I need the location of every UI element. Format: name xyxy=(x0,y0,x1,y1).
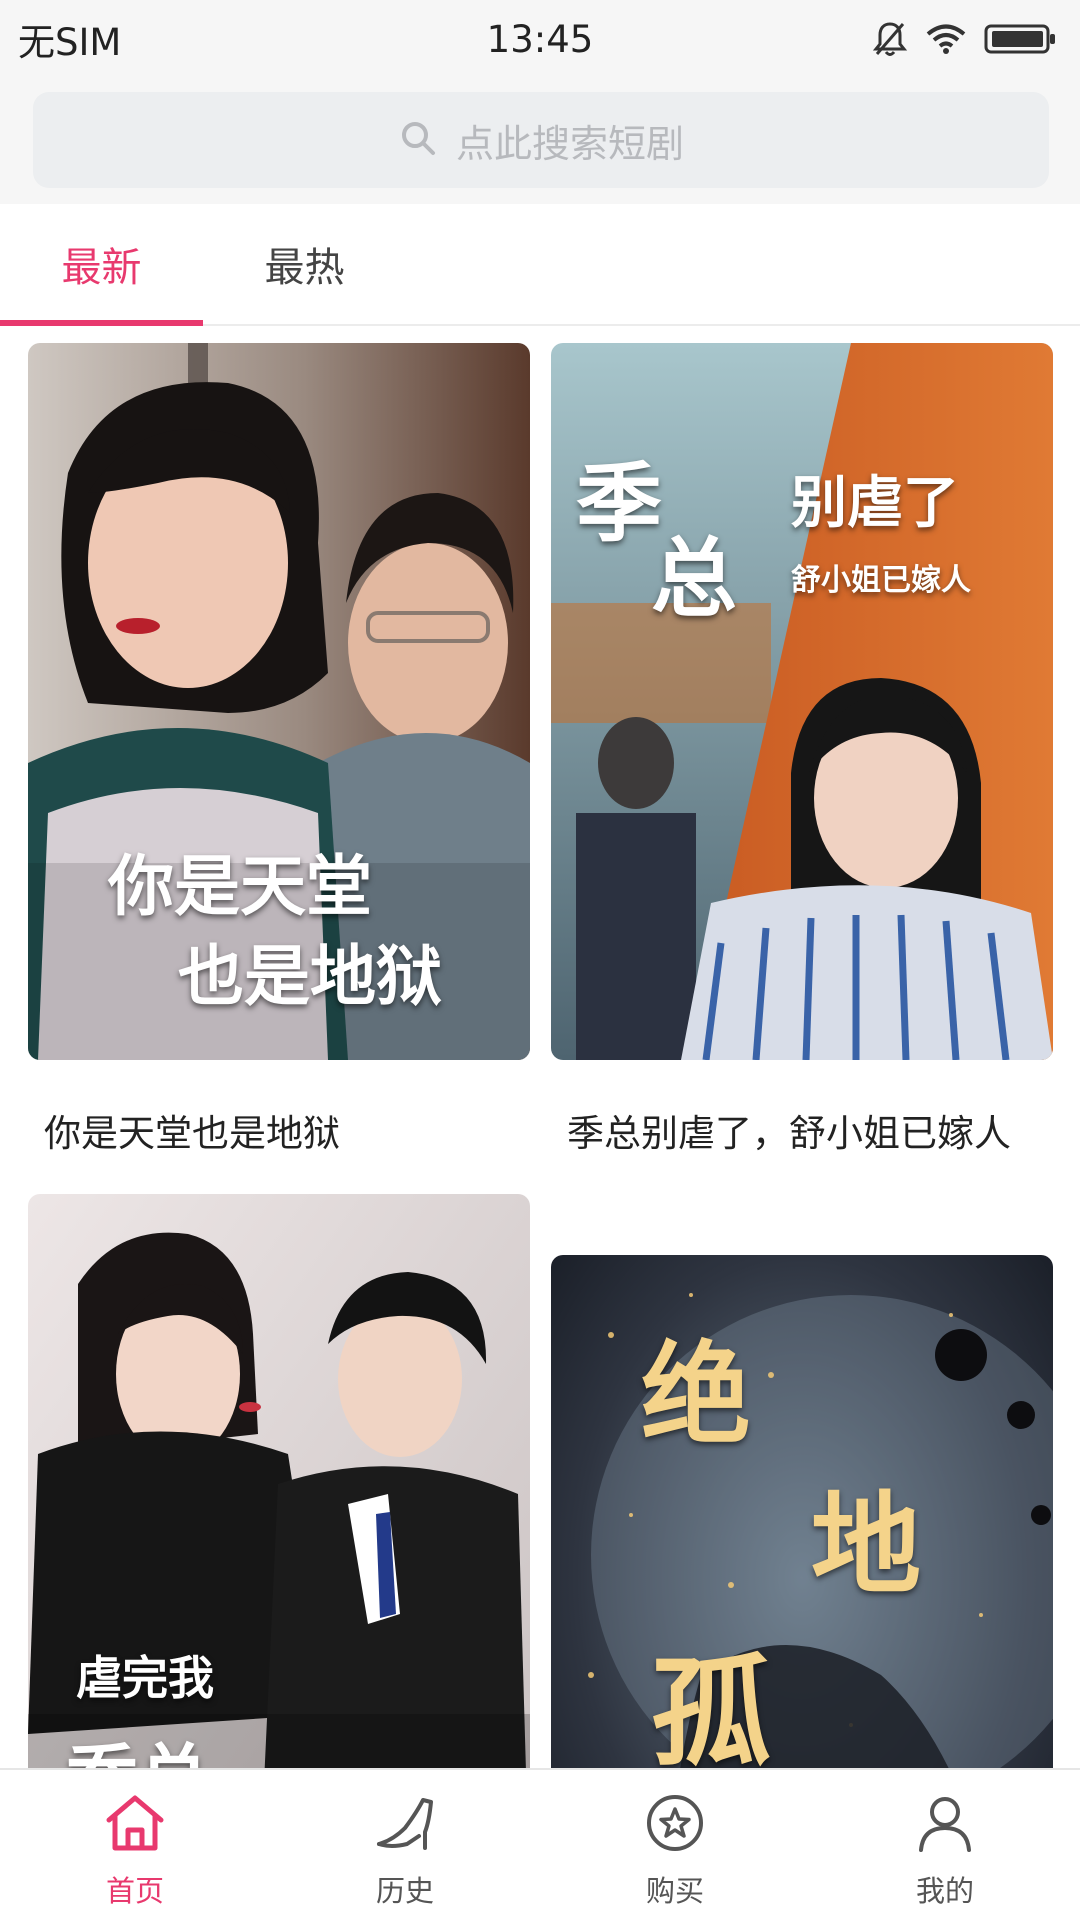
nav-profile-label: 我的 xyxy=(915,1874,974,1908)
high-heel-icon xyxy=(373,1792,437,1858)
drama-poster[interactable]: 季 总 别虐了 舒小姐已嫁人 xyxy=(551,343,1053,1060)
poster-title-line: 别虐了 xyxy=(791,470,959,536)
carrier-label: 无SIM xyxy=(18,21,122,64)
search-area: 点此搜索短剧 xyxy=(0,78,1080,204)
nav-purchase[interactable]: 购买 xyxy=(540,1770,810,1920)
poster-title-line: 虐完我 xyxy=(76,1651,214,1705)
status-icons xyxy=(872,20,1056,58)
poster-title-char: 季 xyxy=(576,453,662,554)
drama-card[interactable]: 绝 地 孤 xyxy=(551,1255,1053,1768)
tab-hottest-label: 最热 xyxy=(264,245,345,291)
search-placeholder: 点此搜索短剧 xyxy=(455,121,684,166)
user-icon xyxy=(913,1792,977,1858)
drama-poster[interactable]: 你是天堂 也是地狱 xyxy=(28,343,530,1060)
tab-latest-label: 最新 xyxy=(61,245,142,291)
poster-title-char: 孤 xyxy=(651,1642,771,1768)
poster-title-char: 绝 xyxy=(641,1330,751,1459)
status-bar: 无SIM 13:45 xyxy=(0,0,1080,78)
drama-card[interactable]: 季 总 别虐了 舒小姐已嫁人 季总别虐了，舒小姐已嫁人 xyxy=(551,343,1053,1164)
nav-history-label: 历史 xyxy=(375,1874,434,1908)
star-circle-icon xyxy=(643,1792,707,1858)
search-input[interactable]: 点此搜索短剧 xyxy=(33,92,1049,188)
drama-title[interactable]: 季总别虐了，舒小姐已嫁人 xyxy=(551,1104,1053,1164)
nav-history[interactable]: 历史 xyxy=(270,1770,540,1920)
nav-home[interactable]: 首页 xyxy=(0,1770,270,1920)
category-tabs: 最新 最热 xyxy=(0,204,1080,326)
nav-purchase-label: 购买 xyxy=(645,1874,704,1908)
battery-icon xyxy=(984,23,1056,55)
poster-title-char: 地 xyxy=(811,1480,921,1609)
bell-off-icon xyxy=(872,20,908,58)
drama-poster[interactable]: 绝 地 孤 xyxy=(551,1255,1053,1768)
nav-home-label: 首页 xyxy=(105,1874,164,1908)
app-screen: 无SIM 13:45 点此搜索短剧 最新 最热 你是天堂 也是地狱 你是天堂也是… xyxy=(0,0,1080,1920)
search-icon xyxy=(398,118,438,162)
poster-title-char: 总 xyxy=(651,528,737,629)
nav-profile[interactable]: 我的 xyxy=(810,1770,1080,1920)
poster-title-line: 乔总 xyxy=(66,1719,210,1768)
poster-subtitle: 舒小姐已嫁人 xyxy=(791,563,971,598)
bottom-nav: 首页 历史 购买 我的 xyxy=(0,1768,1080,1920)
drama-poster[interactable]: 虐完我 乔总 xyxy=(28,1194,530,1768)
tab-hottest[interactable]: 最热 xyxy=(203,204,406,324)
drama-card[interactable]: 虐完我 乔总 xyxy=(28,1194,530,1768)
home-icon xyxy=(103,1792,167,1858)
drama-feed[interactable]: 你是天堂 也是地狱 你是天堂也是地狱 季 总 别虐了 舒小姐已嫁人 季总别虐了，… xyxy=(0,326,1080,1768)
poster-title-line: 也是地狱 xyxy=(178,937,442,1015)
tab-latest[interactable]: 最新 xyxy=(0,204,203,324)
poster-title-line: 你是天堂 xyxy=(108,847,372,925)
drama-card[interactable]: 你是天堂 也是地狱 你是天堂也是地狱 xyxy=(28,343,530,1164)
drama-title[interactable]: 你是天堂也是地狱 xyxy=(28,1104,530,1164)
wifi-icon xyxy=(926,23,966,55)
